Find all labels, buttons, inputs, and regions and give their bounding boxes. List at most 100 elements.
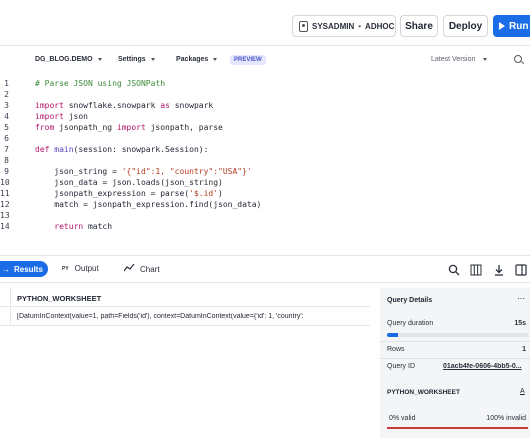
run-label: Run — [509, 20, 529, 32]
table-row[interactable]: [DatumInContext(value=1, path=Fields('id… — [0, 308, 370, 326]
line-number: 7 — [4, 145, 9, 154]
search-icon[interactable] — [514, 55, 522, 63]
output-label: Output — [74, 264, 99, 273]
database-selector[interactable]: DG_BLOG.DEMO — [35, 56, 102, 63]
columns-icon[interactable] — [470, 263, 482, 276]
separator-dot: • — [358, 21, 362, 31]
code-text: import snowflake.snowpark as snowpark — [35, 100, 213, 111]
role-label: SYSADMIN — [312, 21, 355, 31]
code-token: main — [54, 145, 74, 154]
code-token: jsonpath_expression = parse( — [35, 189, 190, 198]
text-type-icon: A — [520, 388, 525, 395]
code-token: snowflake.snowpark — [68, 101, 161, 110]
line-number: 4 — [4, 112, 9, 121]
table-header: PYTHON_WORKSHEET — [0, 288, 370, 307]
line-number: 8 — [4, 156, 9, 165]
column-divider — [10, 288, 11, 307]
column-header[interactable]: PYTHON_WORKSHEET — [17, 294, 101, 303]
results-tab[interactable]: → Results — [0, 261, 48, 277]
code-text: jsonpath_expression = parse('$.id') — [35, 188, 223, 199]
code-text: # Parse JSON using JSONPath — [35, 78, 165, 89]
code-token: jsonpath_ng — [59, 123, 117, 132]
results-label: Results — [14, 264, 43, 274]
database-label: DG_BLOG.DEMO — [35, 56, 93, 63]
query-duration-label: Query duration — [387, 320, 434, 327]
code-token: import — [35, 101, 69, 110]
packages-menu[interactable]: Packages — [176, 56, 218, 63]
query-id-link[interactable]: 01acb4fe-0606-4bb5-0... — [443, 363, 528, 370]
output-tab[interactable]: PY Output — [62, 264, 99, 273]
code-token: def — [35, 145, 55, 154]
split-view-icon[interactable] — [515, 263, 527, 276]
rows-row: Rows 1 — [387, 346, 530, 353]
line-number: 10 — [0, 178, 10, 187]
top-bar: SYSADMIN • ADHOC Share Deploy Run — [0, 0, 530, 46]
code-token: ) — [218, 189, 223, 198]
code-token: from — [35, 123, 60, 132]
line-number: 13 — [0, 211, 10, 220]
invalid-percent: 100% invalid — [486, 415, 526, 422]
column-divider — [10, 308, 11, 326]
line-number: 6 — [4, 134, 9, 143]
code-token: return — [35, 222, 88, 231]
code-text: from jsonpath_ng import jsonpath, parse — [35, 122, 223, 133]
more-icon[interactable]: ⋯ — [517, 294, 525, 303]
query-duration-value: 15s — [514, 320, 526, 327]
rows-value: 1 — [522, 346, 526, 353]
line-number: 9 — [4, 167, 9, 176]
chevron-down-icon — [483, 58, 488, 61]
chart-tab[interactable]: Chart — [123, 263, 160, 274]
code-token: # Parse JSON using JSONPath — [35, 79, 166, 88]
line-number: 12 — [0, 200, 10, 209]
code-text: json_string = '{"id":1, "country":"USA"}… — [35, 166, 252, 177]
download-icon[interactable] — [493, 263, 505, 276]
packages-label: Packages — [176, 56, 209, 63]
code-text: def main(session: snowpark.Session): — [35, 144, 208, 155]
search-icon[interactable] — [448, 263, 460, 276]
code-text: return match — [35, 221, 112, 232]
code-token: json — [68, 112, 88, 121]
code-token: json_string = — [35, 167, 122, 176]
validity-bar — [387, 427, 528, 429]
code-editor[interactable]: 1 # Parse JSON using JSONPath 2 3 import sno… — [0, 78, 530, 253]
run-button[interactable]: Run — [493, 15, 530, 37]
code-token: '$.id' — [189, 189, 219, 198]
version-label: Latest Version — [431, 56, 476, 63]
column-stats-title: PYTHON_WORKSHEET — [387, 389, 460, 396]
column-stats-card[interactable]: PYTHON_WORKSHEET A 0% valid 100% invalid — [380, 380, 530, 438]
chevron-down-icon — [97, 58, 102, 61]
line-number: 1 — [4, 79, 9, 88]
code-token: '{"id":1, "country":"USA"}' — [121, 167, 252, 176]
code-token: (session: snowpark.Session): — [73, 145, 209, 154]
play-icon — [499, 22, 505, 30]
settings-menu[interactable]: Settings — [118, 56, 155, 63]
share-button[interactable]: Share — [400, 15, 438, 37]
arrow-right-icon: → — [2, 264, 10, 274]
line-number: 2 — [4, 90, 9, 99]
python-icon: PY — [62, 265, 69, 272]
chevron-down-icon — [150, 58, 155, 61]
table-cell[interactable]: [DatumInContext(value=1, path=Fields('id… — [17, 313, 367, 320]
query-duration-row: Query duration 15s — [387, 320, 530, 327]
chart-label: Chart — [140, 264, 160, 274]
code-token: as — [160, 101, 175, 110]
code-text: json_data = json.loads(json_string) — [35, 177, 223, 188]
code-token: snowpark — [174, 101, 214, 110]
query-duration-fill — [387, 333, 399, 337]
code-token: import — [116, 123, 151, 132]
query-duration-bar — [387, 333, 528, 337]
line-number: 3 — [4, 101, 9, 110]
role-warehouse-selector[interactable]: SYSADMIN • ADHOC — [292, 15, 396, 37]
code-token: match — [87, 222, 113, 231]
results-toolbar: → Results PY Output Chart — [0, 255, 530, 283]
line-number: 5 — [4, 123, 9, 132]
preview-badge: PREVIEW — [230, 55, 266, 65]
role-icon — [299, 20, 308, 32]
code-token: import — [35, 112, 69, 121]
query-id-row: Query ID 01acb4fe-0606-4bb5-0... — [387, 363, 530, 370]
version-selector[interactable]: Latest Version — [431, 56, 488, 63]
divider — [380, 358, 530, 359]
deploy-button[interactable]: Deploy — [443, 15, 488, 37]
code-token: jsonpath, parse — [150, 123, 223, 132]
results-table: PYTHON_WORKSHEET [DatumInContext(value=1… — [0, 288, 370, 328]
